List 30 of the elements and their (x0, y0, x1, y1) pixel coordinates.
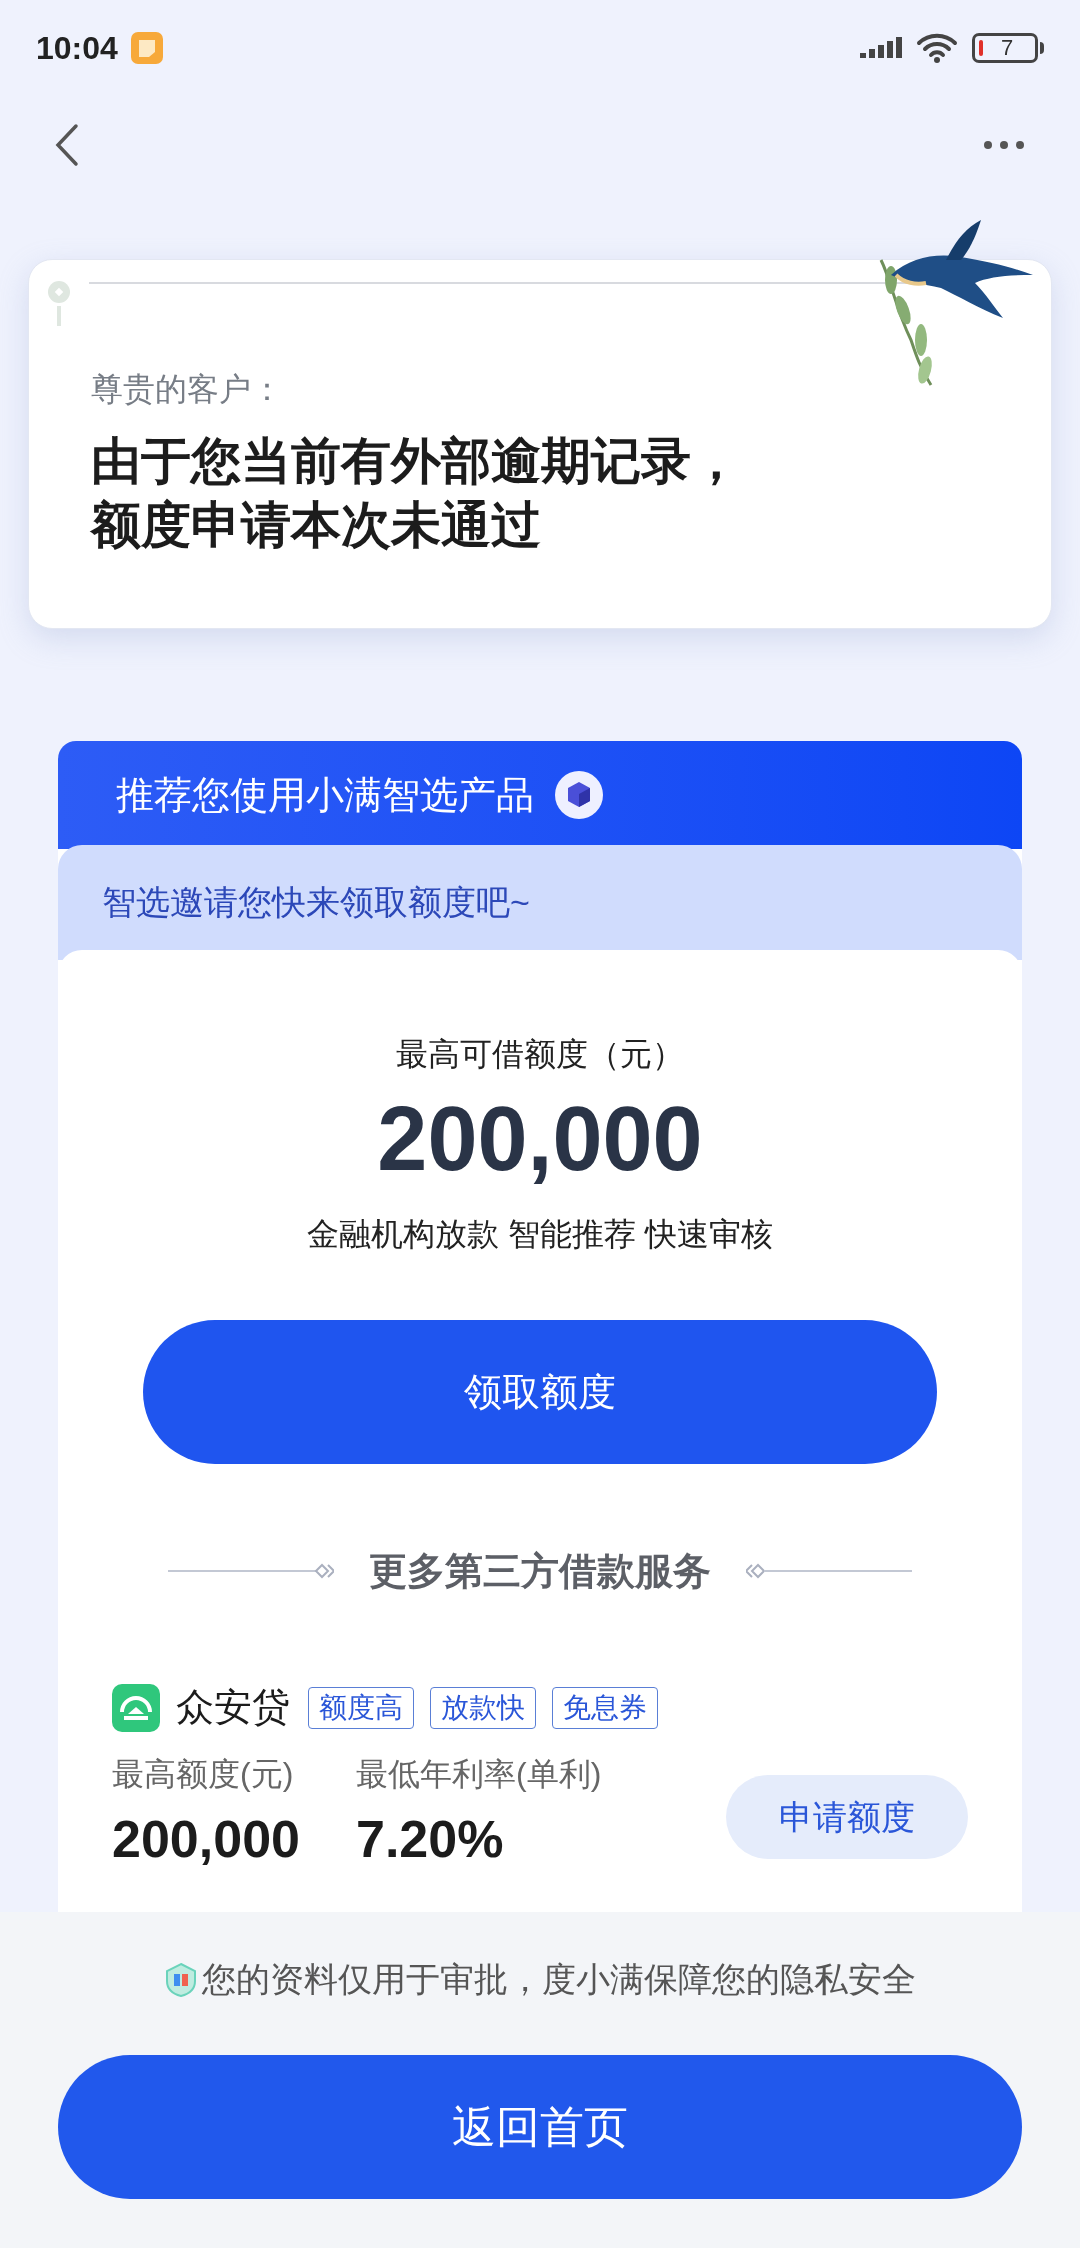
features-text: 金融机构放款 智能推荐 快速审核 (307, 1215, 773, 1254)
recommend-title: 推荐您使用小满智选产品 (116, 772, 534, 818)
section-title: 更多第三方借款服务 (368, 1547, 712, 1595)
more-icon[interactable] (983, 140, 1025, 150)
notification-icon (129, 30, 164, 65)
stat-value: 7.20% (355, 1809, 505, 1870)
status-time: 10:04 (36, 28, 118, 68)
shield-icon (164, 1961, 198, 1998)
stat-value: 200,000 (112, 1809, 300, 1870)
apply-button[interactable]: 申请额度 (726, 1775, 968, 1859)
rejection-message: 额度申请本次未通过 (91, 496, 541, 555)
cube-icon (554, 770, 604, 820)
rejection-message: 由于您当前有外部逾期记录， (91, 432, 741, 491)
recommend-subtitle: 智选邀请您快来领取额度吧~ (102, 882, 530, 923)
app-logo-icon (112, 1683, 160, 1732)
product-name: 众安贷 (176, 1685, 290, 1730)
product-tag: 免息券 (552, 1686, 658, 1729)
product-tag: 额度高 (308, 1686, 414, 1729)
home-button[interactable]: 返回首页 (58, 2055, 1022, 2199)
greeting-text: 尊贵的客户： (91, 370, 284, 409)
limit-label: 最高可借额度（元） (396, 1035, 684, 1074)
limit-amount: 200,000 (377, 1088, 703, 1191)
product-tag: 放款快 (430, 1686, 536, 1729)
privacy-notice: 您的资料仅用于审批，度小满保障您的隐私安全 (202, 1959, 916, 2000)
stat-label: 最高额度(元) (112, 1755, 295, 1794)
claim-button[interactable]: 领取额度 (143, 1320, 937, 1464)
stat-label: 最低年利率(单利) (355, 1755, 602, 1794)
battery-level: 7 (999, 36, 1015, 59)
back-icon[interactable] (55, 123, 79, 167)
ornament-icon (47, 280, 71, 326)
